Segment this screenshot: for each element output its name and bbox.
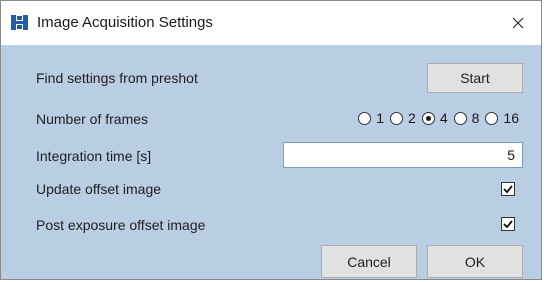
frames-option-16[interactable]: 16 [485, 110, 519, 126]
start-button[interactable]: Start [427, 63, 523, 93]
post-exposure-label: Post exposure offset image [36, 217, 206, 233]
title-bar: Image Acquisition Settings [1, 1, 541, 45]
frames-option-4[interactable]: 4 [421, 110, 448, 126]
update-offset-checkbox[interactable] [501, 182, 515, 196]
ok-button[interactable]: OK [427, 245, 523, 278]
radio-label: 1 [376, 110, 385, 126]
radio-label: 16 [503, 110, 519, 126]
frames-option-2[interactable]: 2 [390, 110, 416, 126]
post-exposure-checkbox[interactable] [501, 217, 515, 231]
window-title: Image Acquisition Settings [37, 14, 213, 31]
close-button[interactable] [495, 1, 541, 45]
integration-time-input[interactable]: 5 [283, 142, 523, 168]
radio-label: 4 [439, 110, 448, 126]
checkmark-icon [503, 185, 513, 194]
close-icon [512, 17, 524, 29]
checkmark-icon [503, 220, 513, 229]
preshot-label: Find settings from preshot [36, 70, 198, 86]
radio-button[interactable] [421, 111, 435, 125]
radio-label: 8 [471, 110, 480, 126]
frames-radio-group: 1 2 4 8 16 [352, 109, 519, 127]
dialog-window: Image Acquisition Settings Find settings… [0, 0, 542, 280]
radio-button[interactable] [390, 111, 404, 125]
radio-button[interactable] [453, 111, 467, 125]
app-logo-icon [11, 15, 28, 30]
radio-label: 2 [408, 110, 416, 126]
frames-label: Number of frames [36, 111, 149, 127]
frames-option-1[interactable]: 1 [358, 110, 384, 126]
cancel-button[interactable]: Cancel [321, 245, 417, 278]
update-offset-label: Update offset image [36, 181, 162, 197]
integration-time-label: Integration time [s] [36, 148, 152, 164]
radio-button[interactable] [358, 111, 372, 125]
radio-button[interactable] [485, 111, 499, 125]
frames-option-8[interactable]: 8 [453, 110, 480, 126]
